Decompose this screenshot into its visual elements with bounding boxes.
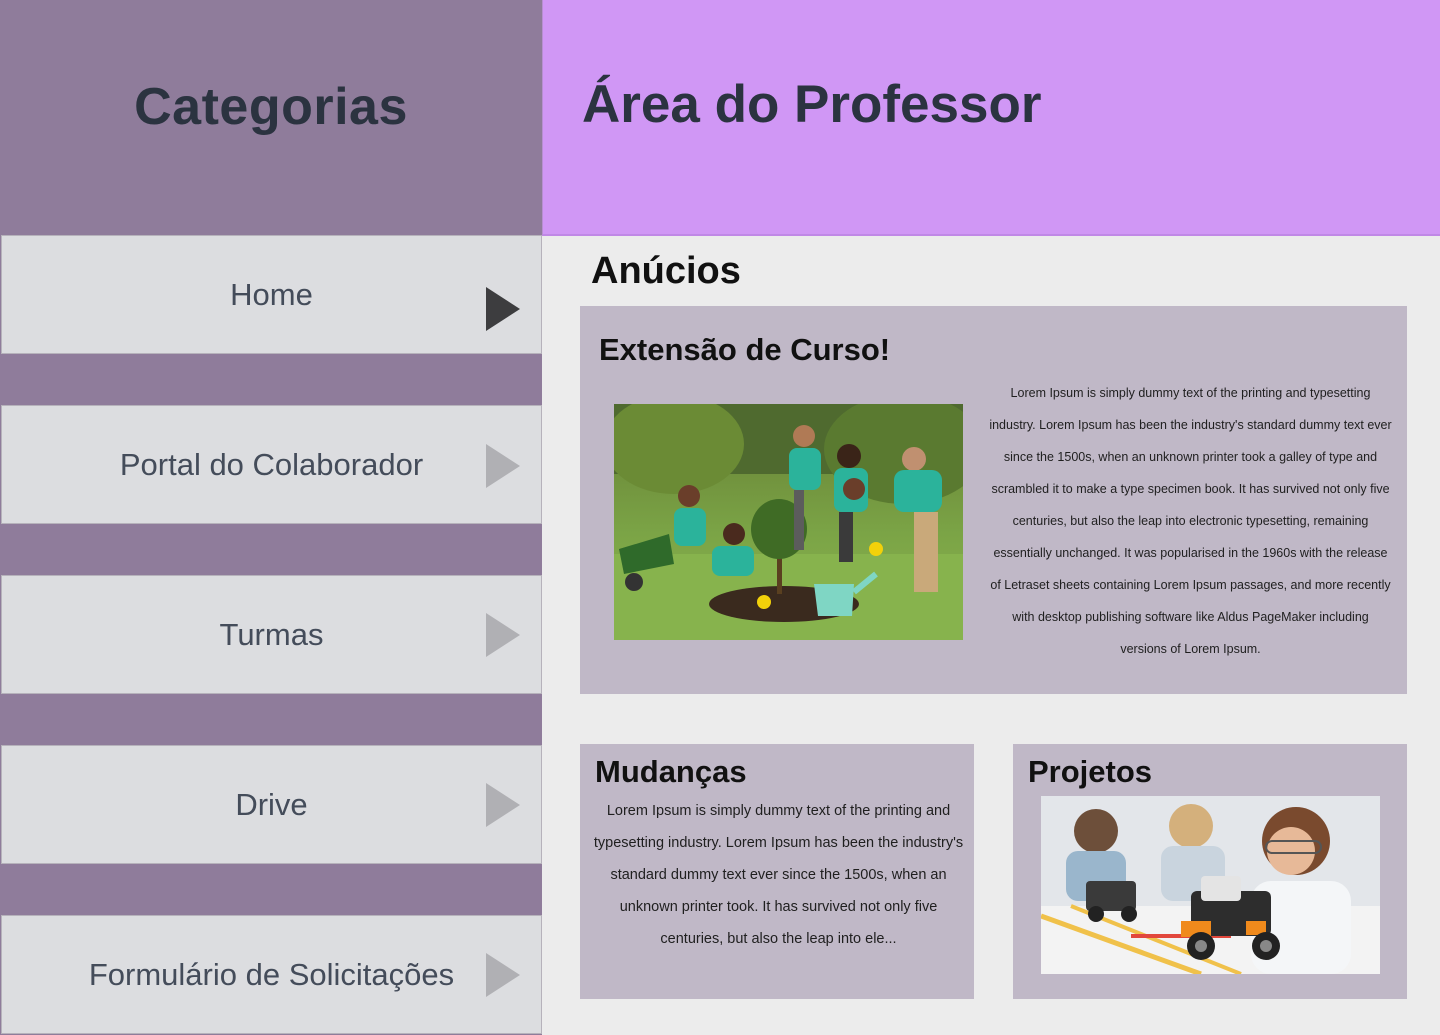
announcement-text: Lorem Ipsum is simply dummy text of the … <box>989 386 1392 656</box>
sidebar-item-turmas[interactable]: Turmas <box>1 575 542 694</box>
robotics-students-illustration <box>1041 796 1380 974</box>
garden-volunteers-photo <box>614 404 963 640</box>
page-title: Área do Professor <box>582 75 1042 134</box>
garden-volunteers-illustration <box>614 404 963 640</box>
card-title: Mudanças <box>595 754 747 789</box>
play-arrow-icon <box>486 613 520 657</box>
sidebar-item-formulario-de-solicitacoes[interactable]: Formulário de Solicitações <box>1 915 542 1034</box>
sidebar-item-drive[interactable]: Drive <box>1 745 542 864</box>
projects-card[interactable]: Projetos <box>1013 744 1407 999</box>
play-arrow-icon <box>486 444 520 488</box>
changes-card[interactable]: Mudanças Lorem Ipsum is simply dummy tex… <box>580 744 974 999</box>
changes-text: Lorem Ipsum is simply dummy text of the … <box>593 803 964 947</box>
play-arrow-icon <box>486 783 520 827</box>
sidebar: Categorias Home Portal do Colaborador Tu… <box>0 0 542 1035</box>
sidebar-item-label: Home <box>230 276 313 312</box>
card-title: Projetos <box>1028 754 1153 789</box>
section-title: Anúcios <box>591 250 741 292</box>
page-header: Área do Professor <box>542 0 1440 236</box>
play-arrow-icon <box>486 953 520 997</box>
play-arrow-icon <box>486 287 520 331</box>
sidebar-item-label: Portal do Colaborador <box>119 446 424 482</box>
robotics-students-photo <box>1041 796 1380 974</box>
sidebar-title: Categorias <box>134 77 408 136</box>
sidebar-item-label: Drive <box>235 786 308 822</box>
featured-announcement-card[interactable]: Extensão de Curso! Lorem Ipsum is simply… <box>580 306 1407 694</box>
sidebar-item-label: Turmas <box>219 616 324 652</box>
app-root: Categorias Home Portal do Colaborador Tu… <box>0 0 1440 1035</box>
sidebar-item-home[interactable]: Home <box>1 235 542 354</box>
sidebar-item-portal-do-colaborador[interactable]: Portal do Colaborador <box>1 405 542 524</box>
sidebar-item-label: Formulário de Solicitações <box>88 956 455 992</box>
sidebar-header: Categorias <box>0 0 542 235</box>
card-title: Extensão de Curso! <box>599 332 891 367</box>
